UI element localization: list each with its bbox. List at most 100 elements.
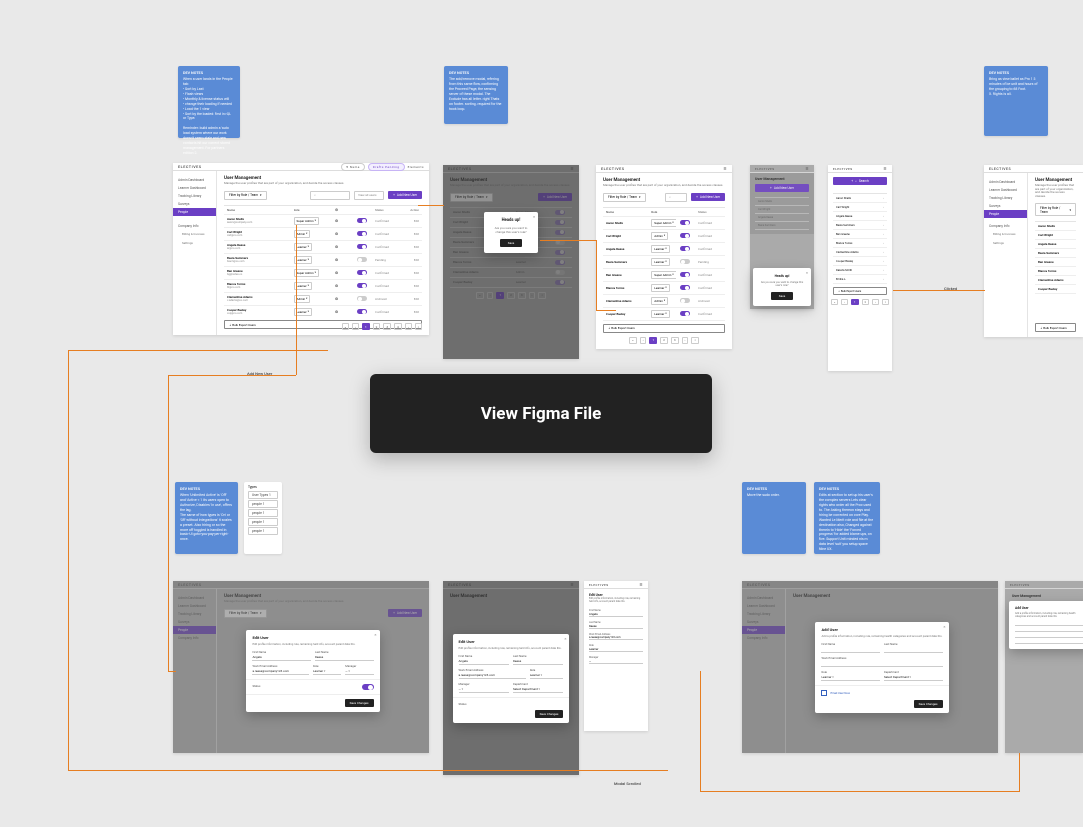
live-toggle[interactable] [357, 270, 371, 275]
last-name-field[interactable]: Reese [513, 658, 563, 665]
live-toggle[interactable] [680, 233, 694, 238]
search-input[interactable]: ⌕ [310, 191, 350, 200]
table-row[interactable]: Ben GreeneSuper AdminConfirmed [603, 269, 725, 282]
search-input[interactable]: ⌕ [665, 193, 687, 202]
sidebar-item-admin-dashboard[interactable]: Admin Dashboard [173, 176, 216, 184]
table-row[interactable]: Cooper BaxleyLearnerConfirmed [603, 308, 725, 321]
role-select[interactable]: Learner [651, 258, 669, 266]
table-row[interactable]: Clementine Adams [1035, 276, 1076, 285]
email-field[interactable] [1015, 634, 1083, 638]
save-button[interactable]: Save Changes [345, 699, 374, 707]
first-name-field[interactable] [1015, 622, 1083, 626]
email-field[interactable]: a.reese@company123.com [459, 672, 526, 679]
save-button[interactable]: Save Changes [914, 700, 943, 708]
live-toggle[interactable] [357, 283, 371, 288]
live-toggle[interactable] [357, 218, 371, 223]
gear-icon[interactable] [335, 219, 353, 223]
table-row[interactable]: Dakota Smith› [833, 266, 887, 275]
table-row[interactable]: Aaron Shells [1035, 222, 1076, 231]
sidebar-item-tracking-library[interactable]: Tracking Library [984, 194, 1027, 202]
gear-icon[interactable] [335, 297, 353, 301]
edit-link[interactable]: Edit [403, 271, 419, 275]
role-select[interactable]: Admin [651, 232, 668, 240]
add-user-button[interactable]: Add New User [691, 193, 725, 201]
table-row[interactable]: Clementine AdamsAdminArchived [603, 295, 725, 308]
gear-icon[interactable] [335, 258, 353, 262]
sidebar-item-people[interactable]: People [984, 210, 1027, 218]
dept-select[interactable]: Select Department [513, 686, 563, 693]
table-row[interactable]: Bianca Torres [1035, 267, 1076, 276]
sidebar-item-company-info[interactable]: Company Info [173, 222, 216, 230]
table-row[interactable]: Angela Reese [1035, 240, 1076, 249]
live-toggle[interactable] [680, 220, 694, 225]
live-toggle[interactable] [357, 296, 371, 301]
table-row[interactable]: Aaron Shellsaaron@company.comSuper Admin… [224, 215, 422, 228]
live-toggle[interactable] [680, 272, 694, 277]
edit-link[interactable]: Edit [403, 258, 419, 262]
gear-icon[interactable] [335, 284, 353, 288]
table-row[interactable]: Clementine Adamsc.adams@co.comAdminArchi… [224, 293, 422, 306]
table-row[interactable]: Basia Summersbsum@co.comLearnerPendingEd… [224, 254, 422, 267]
edit-link[interactable]: Edit [403, 245, 419, 249]
role-select[interactable]: Learner [313, 668, 341, 675]
view-select[interactable]: View all users [354, 191, 384, 200]
sidebar-item-company-info[interactable]: Company Info [984, 222, 1027, 230]
table-row[interactable]: Ben Greene› [833, 230, 887, 239]
close-icon[interactable]: × [564, 636, 566, 641]
live-toggle[interactable] [357, 231, 371, 236]
export-button[interactable]: Bulk Export Users [603, 324, 725, 333]
manager-select[interactable]: — [459, 686, 509, 693]
save-button[interactable]: Save [500, 239, 522, 247]
edit-link[interactable]: Edit [403, 232, 419, 236]
role-select[interactable]: Learner [821, 674, 880, 681]
sidebar-item-tracking-library[interactable]: Tracking Library [173, 192, 216, 200]
live-toggle[interactable] [357, 244, 371, 249]
manager-select[interactable]: — [345, 668, 373, 675]
sidebar-item-admin-dashboard[interactable]: Admin Dashboard [984, 178, 1027, 186]
add-user-button[interactable]: ⌕ Search [833, 177, 887, 185]
sidebar-item-billing[interactable]: Billing & Invoices [173, 231, 216, 239]
gear-icon[interactable] [335, 271, 353, 275]
table-row[interactable]: Emilia L.› [833, 275, 887, 284]
gear-icon[interactable] [335, 310, 353, 314]
close-icon[interactable]: × [533, 214, 535, 219]
table-row[interactable]: Cooper Baxley [1035, 285, 1076, 294]
drafts-pill[interactable]: Drafts Pending [368, 163, 405, 171]
elements-link[interactable]: Elements [408, 165, 424, 169]
live-toggle[interactable] [680, 311, 694, 316]
role-select[interactable]: Super Admin [651, 271, 676, 279]
manager-select[interactable]: — [589, 659, 643, 664]
live-toggle[interactable] [680, 246, 694, 251]
table-row[interactable]: Bianca TorresLearnerConfirmed [603, 282, 725, 295]
table-row[interactable]: Ben Greene [1035, 258, 1076, 267]
sidebar-item-learner-dashboard[interactable]: Learner Dashboard [984, 186, 1027, 194]
table-row[interactable]: Carl WrightAdminConfirmed [603, 230, 725, 243]
close-icon[interactable]: × [806, 270, 808, 275]
sidebar-item-people[interactable]: People [173, 208, 216, 216]
edit-link[interactable]: Edit [403, 219, 419, 223]
role-select[interactable]: Super Admin [294, 217, 319, 225]
role-select[interactable]: Learner [530, 672, 564, 679]
role-select[interactable] [1015, 640, 1083, 644]
status-toggle[interactable] [362, 684, 374, 690]
table-row[interactable]: Clementine Adams› [833, 248, 887, 257]
email-field[interactable]: a.reese@company123.com [589, 636, 643, 640]
filter-button[interactable]: Filter by Role / Team [1035, 203, 1076, 216]
gear-icon[interactable] [335, 232, 353, 236]
pagination[interactable]: «‹1234›» [224, 323, 422, 330]
first-name-field[interactable] [821, 646, 880, 653]
close-icon[interactable]: × [374, 632, 376, 637]
role-select[interactable]: Super Admin [294, 269, 319, 277]
first-name-field[interactable]: Angela [459, 658, 509, 665]
gear-icon[interactable] [335, 245, 353, 249]
sidebar-item-surveys[interactable]: Surveys [984, 202, 1027, 210]
first-name-field[interactable]: Angela [252, 654, 311, 661]
sidebar-item-settings[interactable]: Settings [984, 240, 1027, 248]
save-button[interactable]: Save [771, 292, 793, 300]
table-row[interactable]: Carl Wright [1035, 231, 1076, 240]
table-row[interactable]: Angela ReeseLearnerConfirmed [603, 243, 725, 256]
export-button[interactable]: Bulk Export Users [833, 287, 887, 295]
edit-link[interactable]: Edit [403, 310, 419, 314]
menu-icon[interactable]: ≡ [806, 166, 809, 172]
export-button[interactable]: Bulk Export Users [1035, 323, 1076, 332]
